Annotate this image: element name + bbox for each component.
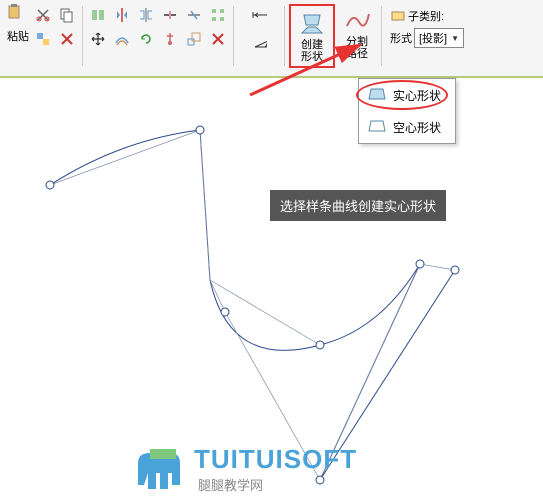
create-shape-label: 创建 形状 bbox=[301, 39, 323, 63]
form-combobox[interactable]: [投影] ▼ bbox=[414, 28, 464, 48]
unpin-icon bbox=[210, 31, 226, 47]
match-button[interactable] bbox=[32, 28, 54, 50]
solid-form-label: 实心形状 bbox=[393, 87, 441, 104]
measure-group bbox=[238, 4, 280, 52]
brand-subtext: 腿腿教学网 bbox=[198, 475, 357, 494]
aligned-dim-icon bbox=[251, 7, 267, 23]
mirror-draw-button[interactable] bbox=[135, 4, 157, 26]
tooltip-text: 选择样条曲线创建实心形状 bbox=[280, 199, 436, 214]
copy-button[interactable] bbox=[56, 4, 78, 26]
scale-icon bbox=[186, 31, 202, 47]
modify-group-2 bbox=[159, 4, 229, 50]
unpin-button[interactable] bbox=[207, 28, 229, 50]
solid-form-item[interactable]: 实心形状 bbox=[359, 79, 455, 111]
ribbon-toolbar: 粘贴 创建 形状 bbox=[0, 0, 543, 78]
subcategory-label: 子类别: bbox=[408, 8, 444, 24]
void-shape-icon bbox=[367, 117, 387, 137]
rotate-button[interactable] bbox=[135, 28, 157, 50]
instruction-tooltip: 选择样条曲线创建实心形状 bbox=[270, 190, 446, 221]
watermark: TUITUISOFT 腿腿教学网 bbox=[130, 444, 357, 494]
subcategory-group: 子类别: 形式 [投影] ▼ bbox=[386, 4, 468, 48]
void-form-item[interactable]: 空心形状 bbox=[359, 111, 455, 143]
scale-button[interactable] bbox=[183, 28, 205, 50]
create-shape-highlighted: 创建 形状 bbox=[289, 4, 335, 68]
paste-button[interactable]: 粘贴 bbox=[6, 4, 30, 44]
copy-icon bbox=[59, 7, 75, 23]
align-button[interactable] bbox=[87, 4, 109, 26]
mirror-axis-button[interactable] bbox=[111, 4, 133, 26]
split-element-button[interactable] bbox=[159, 4, 181, 26]
pin-icon bbox=[162, 31, 178, 47]
create-shape-dropdown: 实心形状 空心形状 bbox=[358, 78, 456, 144]
offset-button[interactable] bbox=[111, 28, 133, 50]
angular-dim-icon bbox=[251, 33, 267, 49]
ribbon-separator bbox=[82, 6, 83, 66]
align-icon bbox=[90, 7, 106, 23]
trim-button[interactable] bbox=[183, 4, 205, 26]
chevron-down-icon: ▼ bbox=[451, 34, 459, 43]
cut-button[interactable] bbox=[32, 4, 54, 26]
create-shape-icon bbox=[298, 9, 326, 37]
drawing-canvas[interactable] bbox=[0, 80, 543, 500]
subcategory-icon bbox=[390, 8, 406, 24]
delete-button[interactable] bbox=[56, 28, 78, 50]
paste-icon bbox=[6, 4, 30, 28]
move-button[interactable] bbox=[87, 28, 109, 50]
brand-text: TUITUISOFT bbox=[194, 444, 357, 475]
trim-icon bbox=[186, 7, 202, 23]
move-icon bbox=[90, 31, 106, 47]
ribbon-separator bbox=[233, 6, 234, 66]
solid-shape-icon bbox=[367, 85, 387, 105]
delete-icon bbox=[59, 31, 75, 47]
mirror-axis-icon bbox=[114, 7, 130, 23]
pin-button[interactable] bbox=[159, 28, 181, 50]
paste-label: 粘贴 bbox=[7, 28, 29, 44]
rotate-icon bbox=[138, 31, 154, 47]
modify-group bbox=[87, 4, 157, 50]
form-label: 形式 bbox=[390, 30, 412, 46]
create-shape-button[interactable]: 创建 形状 bbox=[292, 7, 332, 65]
cut-icon bbox=[35, 7, 51, 23]
ribbon-separator bbox=[284, 6, 285, 66]
array-button[interactable] bbox=[207, 4, 229, 26]
split-path-button[interactable]: 分割 路径 bbox=[337, 4, 377, 62]
split-icon bbox=[162, 7, 178, 23]
elephant-logo-icon bbox=[130, 445, 186, 493]
array-icon bbox=[210, 7, 226, 23]
void-form-label: 空心形状 bbox=[393, 119, 441, 136]
split-path-icon bbox=[343, 6, 371, 34]
ribbon-separator bbox=[381, 6, 382, 66]
clipboard-group: 粘贴 bbox=[6, 4, 78, 50]
split-path-label: 分割 路径 bbox=[346, 36, 368, 60]
angular-dim-button[interactable] bbox=[242, 30, 276, 52]
offset-icon bbox=[114, 31, 130, 47]
match-icon bbox=[35, 31, 51, 47]
form-value: [投影] bbox=[419, 30, 447, 46]
mirror-draw-icon bbox=[138, 7, 154, 23]
aligned-dim-button[interactable] bbox=[242, 4, 276, 26]
